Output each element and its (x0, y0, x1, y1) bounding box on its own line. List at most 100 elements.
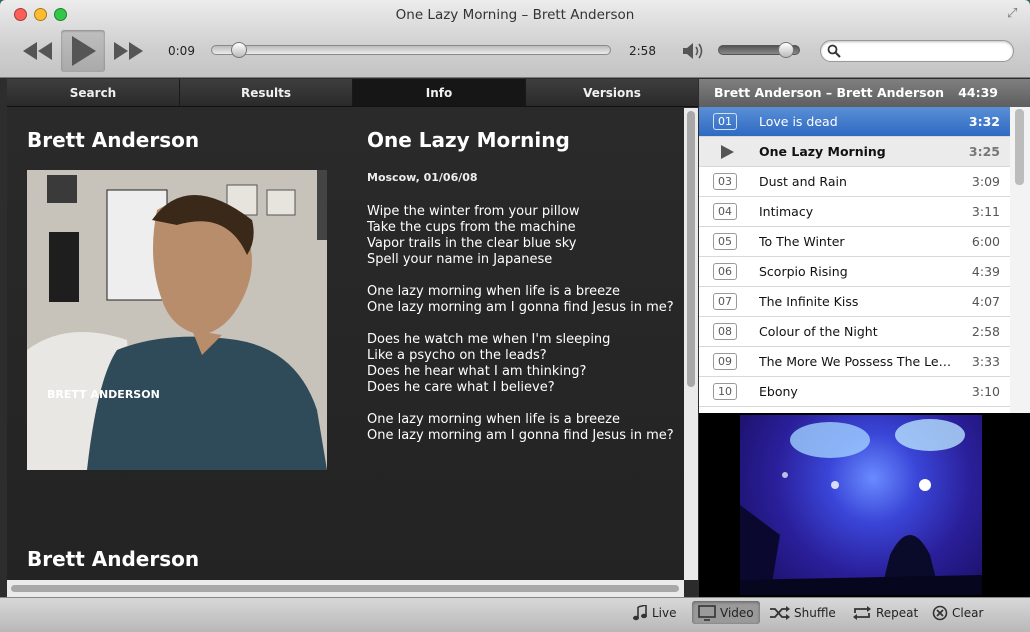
clear-button[interactable]: Clear (926, 601, 989, 624)
track-row[interactable]: 08 Colour of the Night 2:58 (699, 317, 1010, 347)
play-button[interactable] (61, 30, 105, 72)
track-name: The More We Possess The Less We Own Of O… (759, 354, 957, 369)
lyrics-line: Does he care what I believe? (367, 380, 555, 395)
rewind-icon (23, 42, 52, 60)
lyrics-line: Take the cups from the machine (367, 220, 576, 235)
playlist-title: Brett Anderson – Brett Anderson (714, 85, 945, 100)
lyrics-line: Like a psycho on the leads? (367, 348, 547, 363)
shuffle-label: Shuffle (794, 605, 836, 620)
track-duration: 3:09 (971, 174, 1000, 189)
track-number: 07 (713, 293, 737, 310)
track-number: 01 (713, 113, 737, 130)
lyrics-stanza: Does he watch me when I'm sleeping Like a… (367, 332, 674, 396)
track-number: 08 (713, 323, 737, 340)
cover-label: BRETT ANDERSON (47, 388, 160, 401)
bottom-toolbar: Live Video Shuffle Repeat Clear (0, 597, 1030, 632)
track-duration: 6:00 (971, 234, 1000, 249)
track-duration: 3:25 (968, 144, 1000, 159)
track-duration: 3:32 (968, 114, 1000, 129)
lyrics-stanza: One lazy morning when life is a breeze On… (367, 284, 674, 316)
track-row[interactable]: 07 The Infinite Kiss 4:07 (699, 287, 1010, 317)
track-number: 09 (713, 353, 737, 370)
scroll-thumb[interactable] (687, 111, 695, 387)
track-duration: 4:07 (971, 294, 1000, 309)
track-name: Intimacy (759, 204, 814, 219)
repeat-button[interactable]: Repeat (846, 601, 924, 624)
track-row[interactable]: 05 To The Winter 6:00 (699, 227, 1010, 257)
volume-knob[interactable] (777, 42, 794, 58)
track-row[interactable]: 10 Ebony 3:10 (699, 377, 1010, 407)
track-number: 05 (713, 233, 737, 250)
vertical-scrollbar[interactable] (684, 108, 698, 580)
album-cover-photo (27, 170, 327, 470)
track-row[interactable]: 06 Scorpio Rising 4:39 (699, 257, 1010, 287)
tab-bar: Search Results Info Versions (7, 79, 698, 107)
track-name: Dust and Rain (759, 174, 847, 189)
lyrics-line: Wipe the winter from your pillow (367, 204, 580, 219)
monitor-icon (698, 604, 716, 621)
speaker-icon[interactable] (681, 41, 705, 61)
lyrics-line: One lazy morning when life is a breeze (367, 412, 620, 427)
scroll-thumb[interactable] (11, 585, 679, 592)
total-time: 2:58 (629, 44, 656, 58)
track-list: 01 Love is dead 3:32 One Lazy Morning 3:25 03… (699, 107, 1010, 413)
track-row[interactable]: 09 The More We Possess The Less We Own Of… (699, 347, 1010, 377)
track-duration: 3:33 (971, 354, 1000, 369)
tab-results[interactable]: Results (180, 79, 353, 106)
scroll-thumb[interactable] (1015, 109, 1024, 185)
next-button[interactable] (112, 38, 144, 64)
search-input[interactable] (847, 43, 1007, 59)
video-frame[interactable] (740, 415, 982, 595)
playlist-header: Brett Anderson – Brett Anderson 44:39 (699, 79, 1030, 107)
lyrics-line: Does he hear what I am thinking? (367, 364, 587, 379)
video-label: Video (720, 605, 754, 620)
search-field[interactable] (820, 40, 1014, 62)
track-name: Colour of the Night (759, 324, 878, 339)
track-row[interactable]: 03 Dust and Rain 3:09 (699, 167, 1010, 197)
song-title: One Lazy Morning (367, 128, 570, 152)
tab-versions[interactable]: Versions (526, 79, 698, 106)
live-button[interactable]: Live (626, 601, 683, 624)
tab-info[interactable]: Info (353, 79, 526, 106)
info-pane: Search Results Info Versions Brett Ander… (7, 79, 698, 597)
repeat-label: Repeat (876, 605, 919, 620)
track-name: Love is dead (759, 114, 838, 129)
info-content: Brett Anderson BRETT ANDERSON One Lazy M… (7, 108, 684, 580)
playlist-duration: 44:39 (958, 85, 998, 100)
video-button[interactable]: Video (692, 601, 760, 624)
app-window: One Lazy Morning – Brett Anderson ⤢ 0:09… (0, 0, 1030, 632)
previous-button[interactable] (22, 38, 54, 64)
tab-search[interactable]: Search (7, 79, 180, 106)
volume-slider[interactable] (718, 42, 800, 58)
track-duration: 3:11 (971, 204, 1000, 219)
horizontal-scrollbar[interactable] (7, 580, 684, 597)
window-title: One Lazy Morning – Brett Anderson (395, 7, 635, 23)
repeat-icon (853, 605, 871, 620)
track-number: 10 (713, 383, 737, 400)
play-icon (72, 36, 96, 66)
music-note-icon (633, 604, 647, 620)
video-panel[interactable] (699, 413, 1030, 597)
lyrics-line: Spell your name in Japanese (367, 252, 553, 267)
shuffle-button[interactable]: Shuffle (764, 601, 842, 624)
magnifier-icon (827, 44, 841, 58)
artist-heading: Brett Anderson (27, 128, 200, 152)
fast-forward-icon (114, 42, 143, 60)
lyrics-line: One lazy morning am I gonna find Jesus i… (367, 428, 674, 443)
track-row[interactable]: 01 Love is dead 3:32 (699, 107, 1010, 137)
fullscreen-icon[interactable]: ⤢ (1007, 7, 1021, 21)
track-number: 04 (713, 203, 737, 220)
lyrics-line: One lazy morning when life is a breeze (367, 284, 620, 299)
seek-knob[interactable] (231, 42, 248, 58)
lyrics-stanza: Wipe the winter from your pillow Take the… (367, 204, 674, 268)
lyrics-line: Vapor trails in the clear blue sky (367, 236, 577, 251)
album-cover: BRETT ANDERSON (27, 170, 327, 470)
seek-slider[interactable] (211, 42, 611, 58)
clear-label: Clear (952, 605, 984, 620)
track-row[interactable]: One Lazy Morning 3:25 (699, 137, 1010, 167)
track-number: 06 (713, 263, 737, 280)
track-row[interactable]: 04 Intimacy 3:11 (699, 197, 1010, 227)
playlist-scrollbar[interactable] (1010, 107, 1030, 413)
playlist-pane: Brett Anderson – Brett Anderson 44:39 01… (699, 79, 1030, 597)
track-duration: 2:58 (971, 324, 1000, 339)
